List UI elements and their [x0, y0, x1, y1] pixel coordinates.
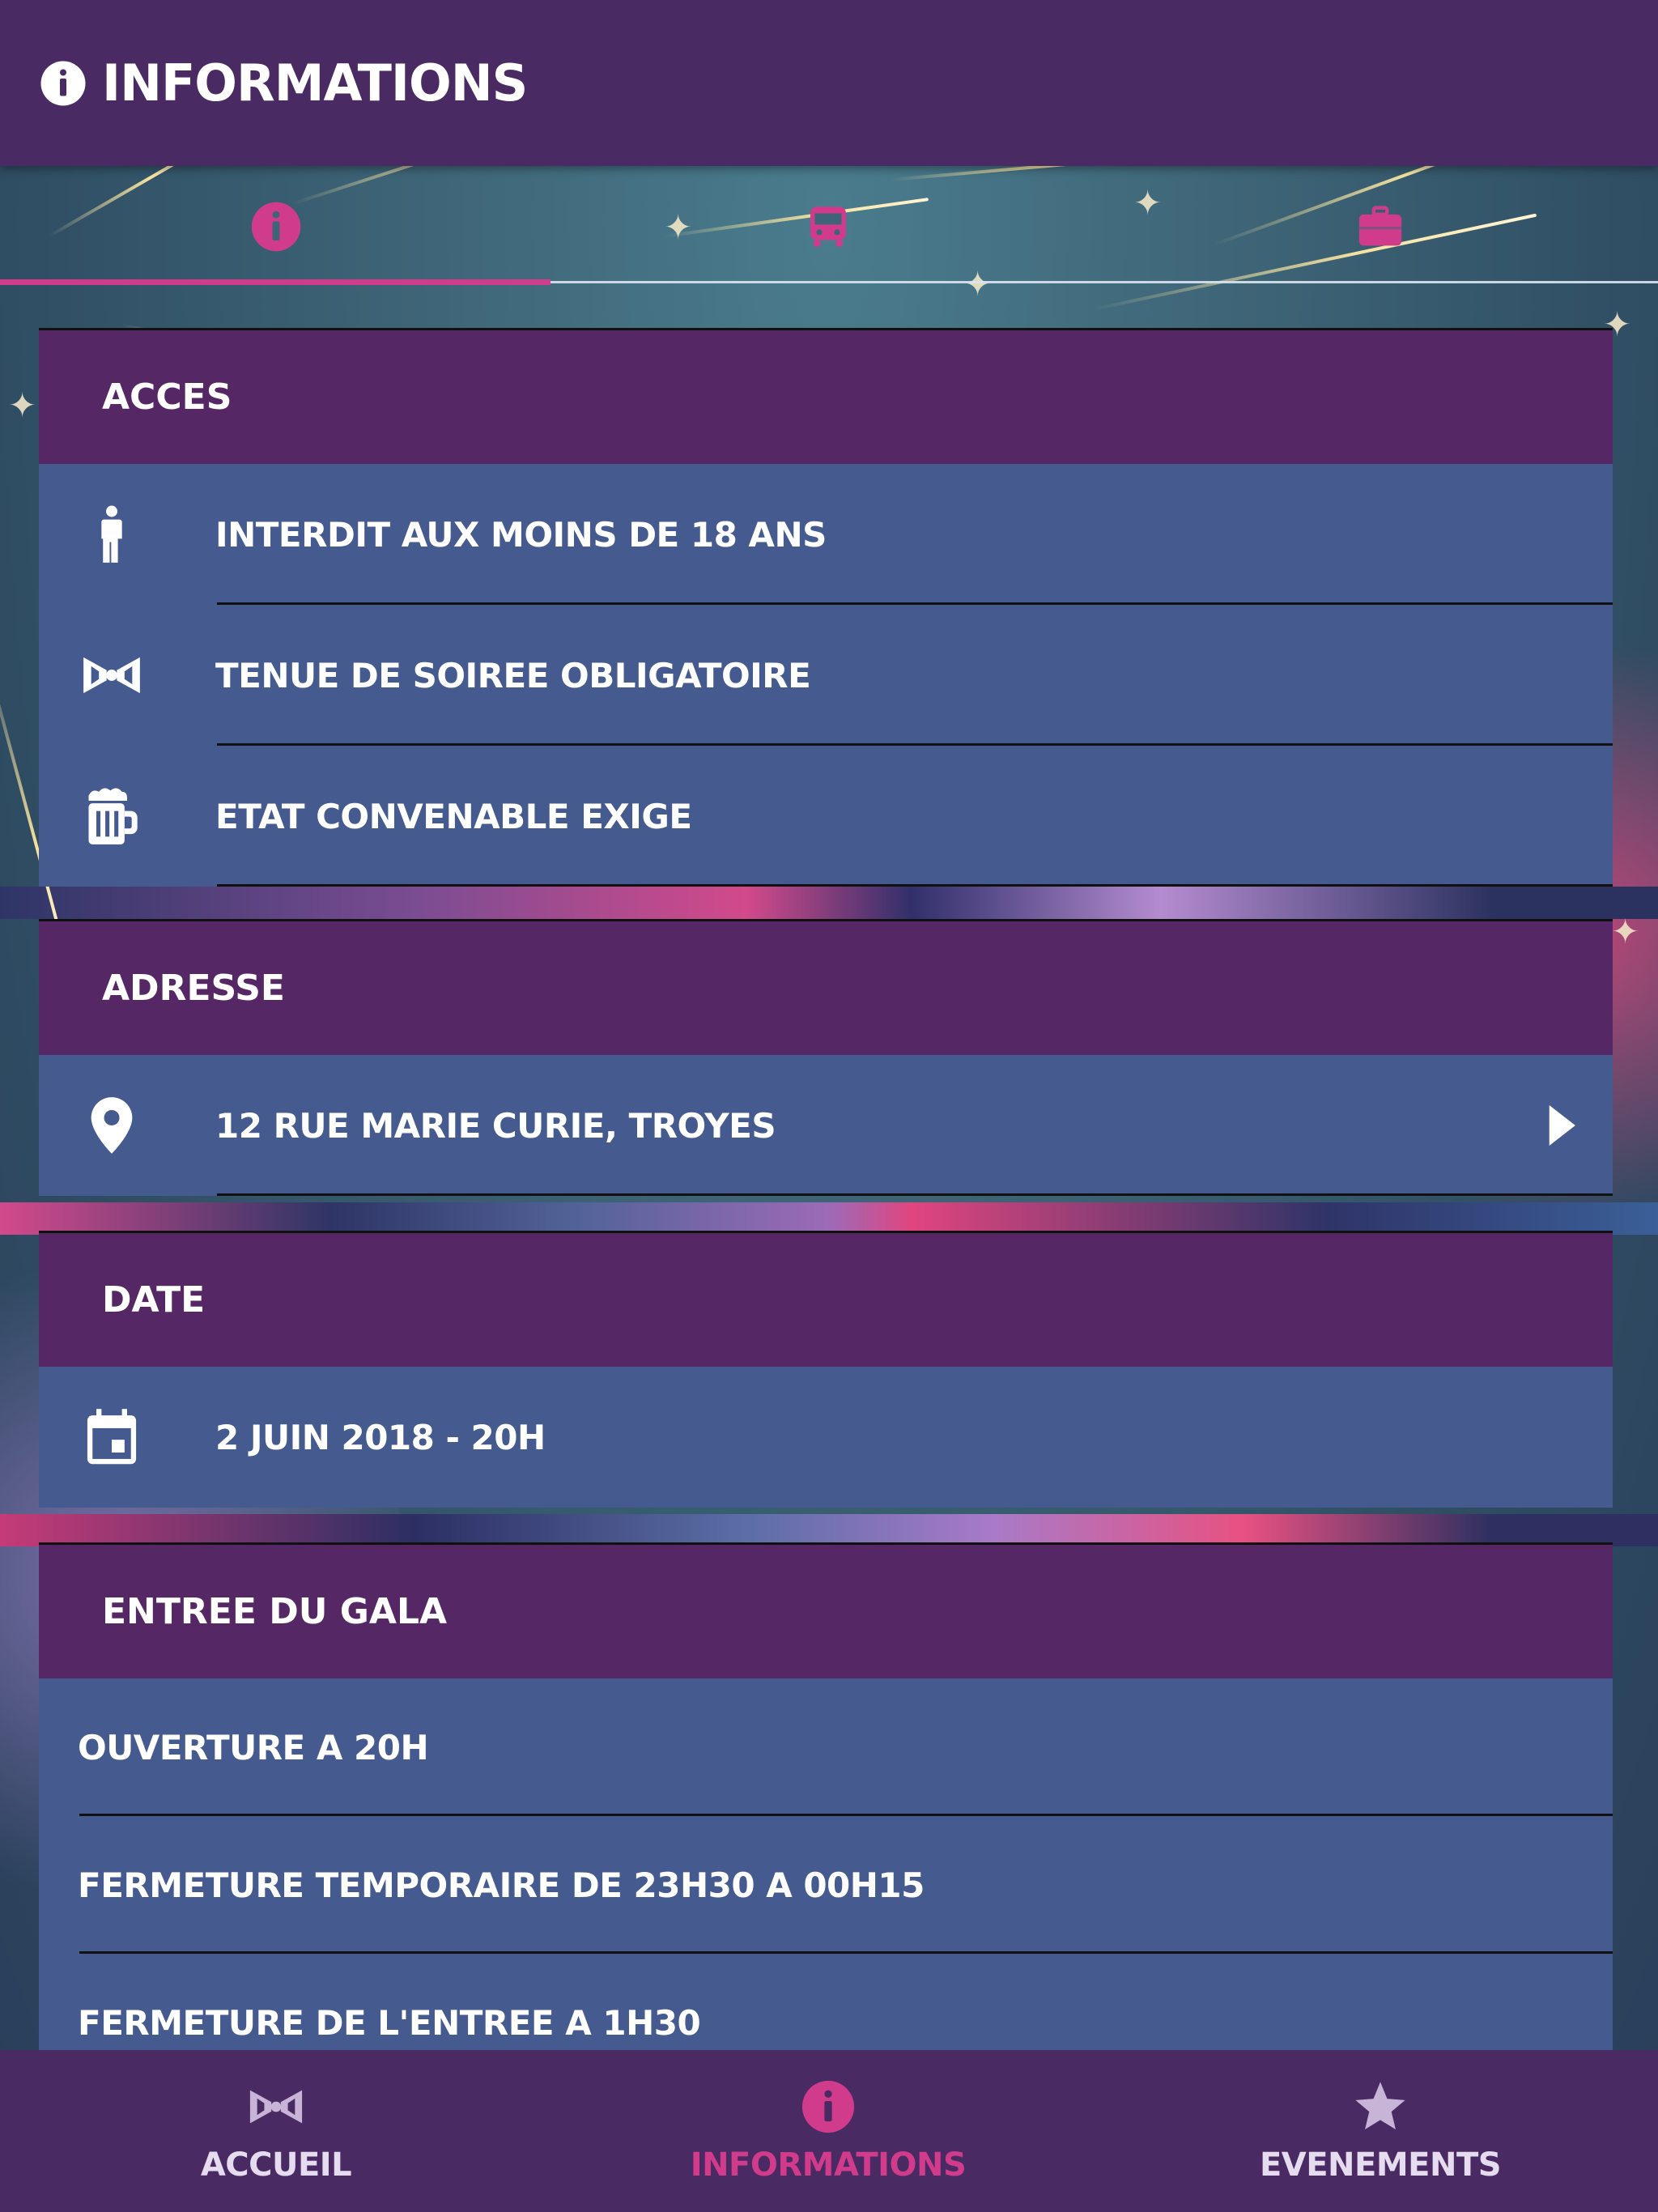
list-item-sobriety: ETAT CONVENABLE EXIGE — [39, 746, 1613, 887]
person-icon — [101, 505, 122, 563]
date-label: 2 JUIN 2018 - 20H — [215, 1417, 546, 1457]
acces-section: ACCES INTERDIT AUX MOINS DE 18 ANS TENUE… — [39, 328, 1613, 887]
location-pin-icon — [91, 1097, 133, 1154]
tab-cloakroom[interactable] — [1104, 166, 1656, 287]
bowtie-icon — [249, 2090, 303, 2124]
info-icon — [801, 2080, 855, 2133]
date-row: 2 JUIN 2018 - 20H — [39, 1367, 1613, 1508]
section-title-acces: ACCES — [39, 328, 1613, 464]
info-icon — [251, 202, 301, 252]
bus-icon — [810, 206, 846, 247]
section-title-entree: ENTREE DU GALA — [39, 1542, 1613, 1678]
item-label: INTERDIT AUX MOINS DE 18 ANS — [215, 514, 827, 555]
list-item-temporary-closing: FERMETURE TEMPORAIRE DE 23H30 A 00H15 — [39, 1816, 1613, 1954]
address-row[interactable]: 12 RUE MARIE CURIE, TROYES — [39, 1055, 1613, 1196]
nav-evenements[interactable]: EVENEMENTS — [1104, 2050, 1656, 2212]
item-label: ETAT CONVENABLE EXIGE — [215, 796, 692, 836]
app-screen: ✦ ✦ ✦ ✦ ✦ ✦ INFORMATIONS ACCES INTERDIT … — [0, 0, 1658, 2212]
date-section: DATE 2 JUIN 2018 - 20H — [39, 1231, 1613, 1508]
item-label: FERMETURE TEMPORAIRE DE 23H30 A 00H15 — [78, 1865, 925, 1905]
chevron-right-icon — [1549, 1105, 1575, 1146]
briefcase-icon — [1358, 206, 1402, 246]
calendar-icon — [87, 1409, 137, 1465]
nav-label: ACCUEIL — [200, 2146, 352, 2184]
bowtie-icon — [83, 657, 140, 694]
adresse-section: ADRESSE 12 RUE MARIE CURIE, TROYES — [39, 919, 1613, 1196]
row-divider — [217, 1193, 1613, 1196]
list-item-dress-code: TENUE DE SOIREE OBLIGATOIRE — [39, 605, 1613, 746]
list-item-age-restriction: INTERDIT AUX MOINS DE 18 ANS — [39, 464, 1613, 605]
app-header: INFORMATIONS — [0, 0, 1658, 166]
item-label: TENUE DE SOIREE OBLIGATOIRE — [215, 655, 811, 696]
entree-section: ENTREE DU GALA OUVERTURE A 20H FERMETURE… — [39, 1542, 1613, 2091]
bottom-navigation: ACCUEIL INFORMATIONS EVENEMENTS — [0, 2050, 1658, 2212]
row-divider — [217, 884, 1613, 887]
page-title: INFORMATIONS — [102, 53, 528, 113]
nav-informations[interactable]: INFORMATIONS — [552, 2050, 1104, 2212]
tab-general-info[interactable] — [0, 166, 552, 287]
active-tab-indicator — [0, 279, 551, 285]
section-title-date: DATE — [39, 1231, 1613, 1367]
info-icon — [40, 61, 86, 105]
list-item-opening: OUVERTURE A 20H — [39, 1678, 1613, 1816]
star-icon — [1355, 2082, 1405, 2129]
nav-accueil[interactable]: ACCUEIL — [0, 2050, 552, 2212]
beer-mug-icon — [88, 788, 138, 844]
info-tab-bar — [0, 166, 1658, 287]
nav-label: INFORMATIONS — [690, 2146, 967, 2184]
address-label: 12 RUE MARIE CURIE, TROYES — [215, 1105, 776, 1146]
section-title-adresse: ADRESSE — [39, 919, 1613, 1055]
tab-transport[interactable] — [552, 166, 1104, 287]
item-label: OUVERTURE A 20H — [78, 1727, 429, 1767]
item-label: FERMETURE DE L'ENTREE A 1H30 — [78, 2002, 701, 2043]
nav-label: EVENEMENTS — [1259, 2146, 1502, 2184]
